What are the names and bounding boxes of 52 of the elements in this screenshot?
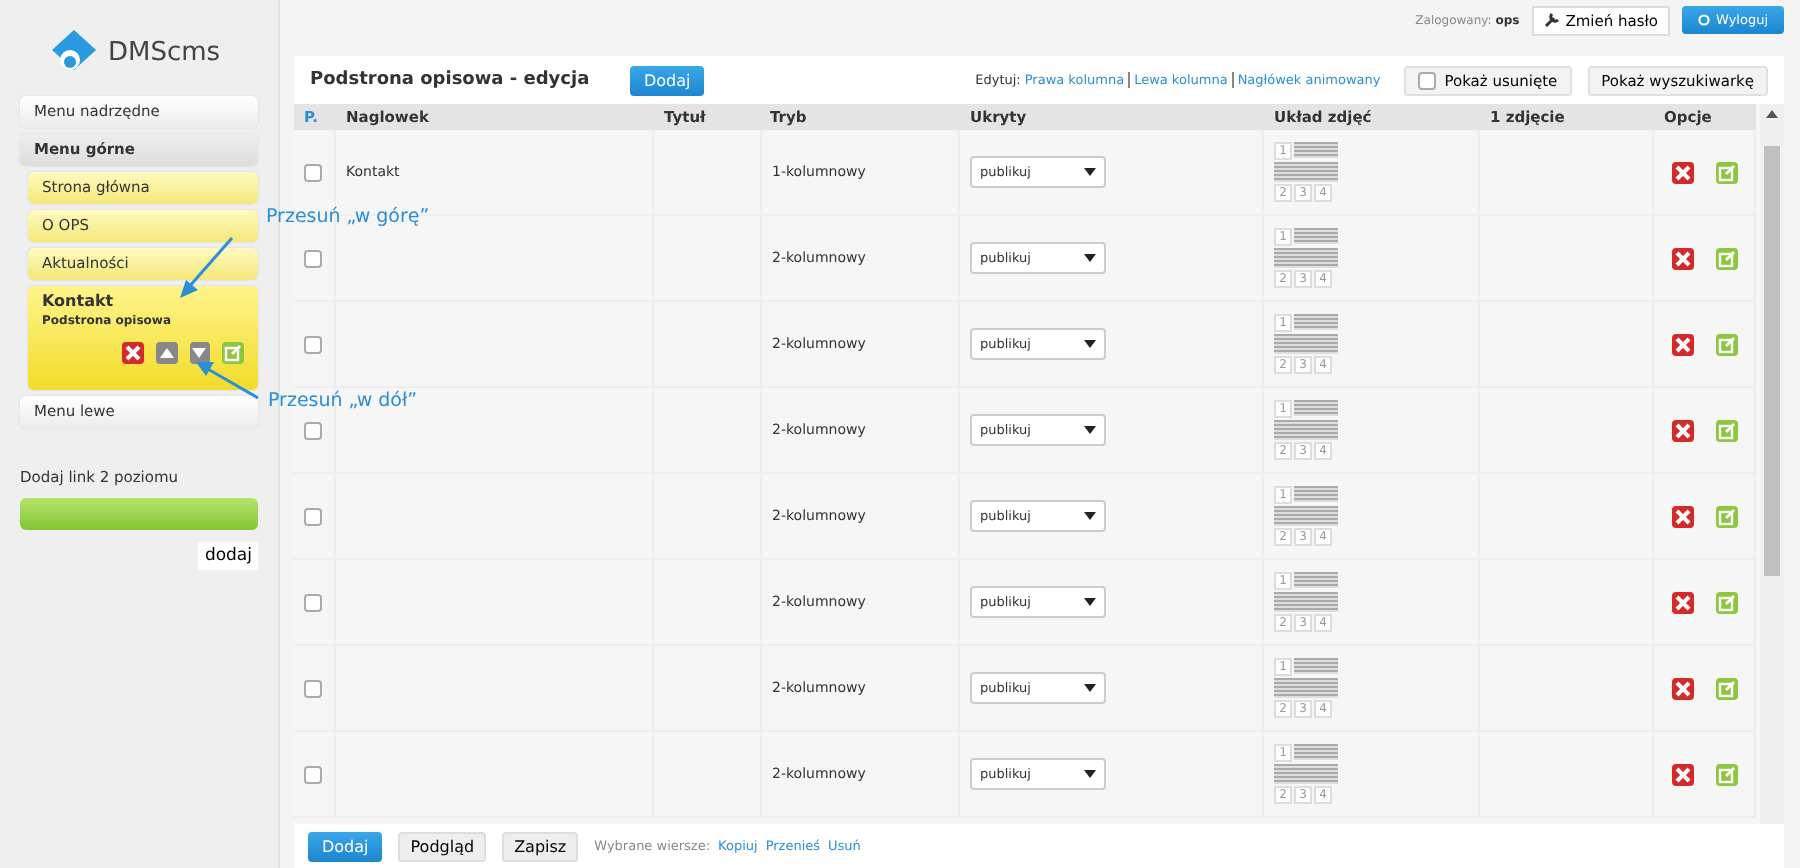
caret-icon [1084,508,1096,524]
annotation-arrow [194,360,262,400]
footer-button[interactable]: Podgląd [398,831,487,861]
edit-icon[interactable] [1715,591,1737,613]
link-input-field[interactable] [20,498,258,530]
edit-icon[interactable] [1715,763,1737,785]
power-icon [1698,14,1710,26]
delete-icon[interactable] [1671,247,1693,269]
wrench-icon [1543,12,1560,28]
logo-text: DMScms [108,37,221,67]
footer-button[interactable]: Zapisz [502,831,579,861]
row-checkbox[interactable] [304,507,322,525]
delete-icon[interactable] [122,342,144,364]
delete-icon[interactable] [1671,677,1693,699]
caret-icon [1084,164,1096,180]
caret-icon [1084,422,1096,438]
edit-icon[interactable] [1715,333,1737,355]
caret-icon [1084,336,1096,352]
caret-icon [1084,766,1096,782]
edit-icon[interactable] [1715,677,1737,699]
row-checkbox[interactable] [304,593,322,611]
move-down-icon[interactable] [189,342,211,364]
caret-icon [1084,680,1096,696]
delete-icon[interactable] [1671,161,1693,183]
edit-icon[interactable] [1715,161,1737,183]
edit-icon[interactable] [1715,505,1737,527]
edit-icon[interactable] [1715,247,1737,269]
annotation-text: Przesuń „w dół” [268,390,418,412]
edit-icon[interactable] [1715,419,1737,441]
row-checkbox[interactable] [304,421,322,439]
delete-icon[interactable] [1671,333,1693,355]
delete-icon[interactable] [1671,763,1693,785]
delete-icon[interactable] [1671,505,1693,527]
delete-icon[interactable] [1671,591,1693,613]
annotation-text: Przesuń „w górę” [266,206,430,228]
annotation-arrow [176,236,236,300]
row-checkbox[interactable] [304,249,322,267]
row-checkbox[interactable] [304,335,322,353]
scroll-up-icon[interactable] [1766,110,1778,118]
caret-icon [1084,250,1096,266]
add-button[interactable]: dodaj [198,542,258,570]
edit-icon[interactable] [222,342,244,364]
caret-icon [1084,594,1096,610]
row-checkbox[interactable] [304,765,322,783]
panel-title: Podstrona opisowa - edycja [310,70,592,90]
move-up-icon[interactable] [155,342,177,364]
logo-icon [48,30,100,74]
row-checkbox[interactable] [304,679,322,697]
delete-icon[interactable] [1671,419,1693,441]
row-checkbox[interactable] [304,163,322,181]
menu-item-title: Kontakt [42,292,116,312]
scrollbar[interactable] [1760,104,1784,824]
